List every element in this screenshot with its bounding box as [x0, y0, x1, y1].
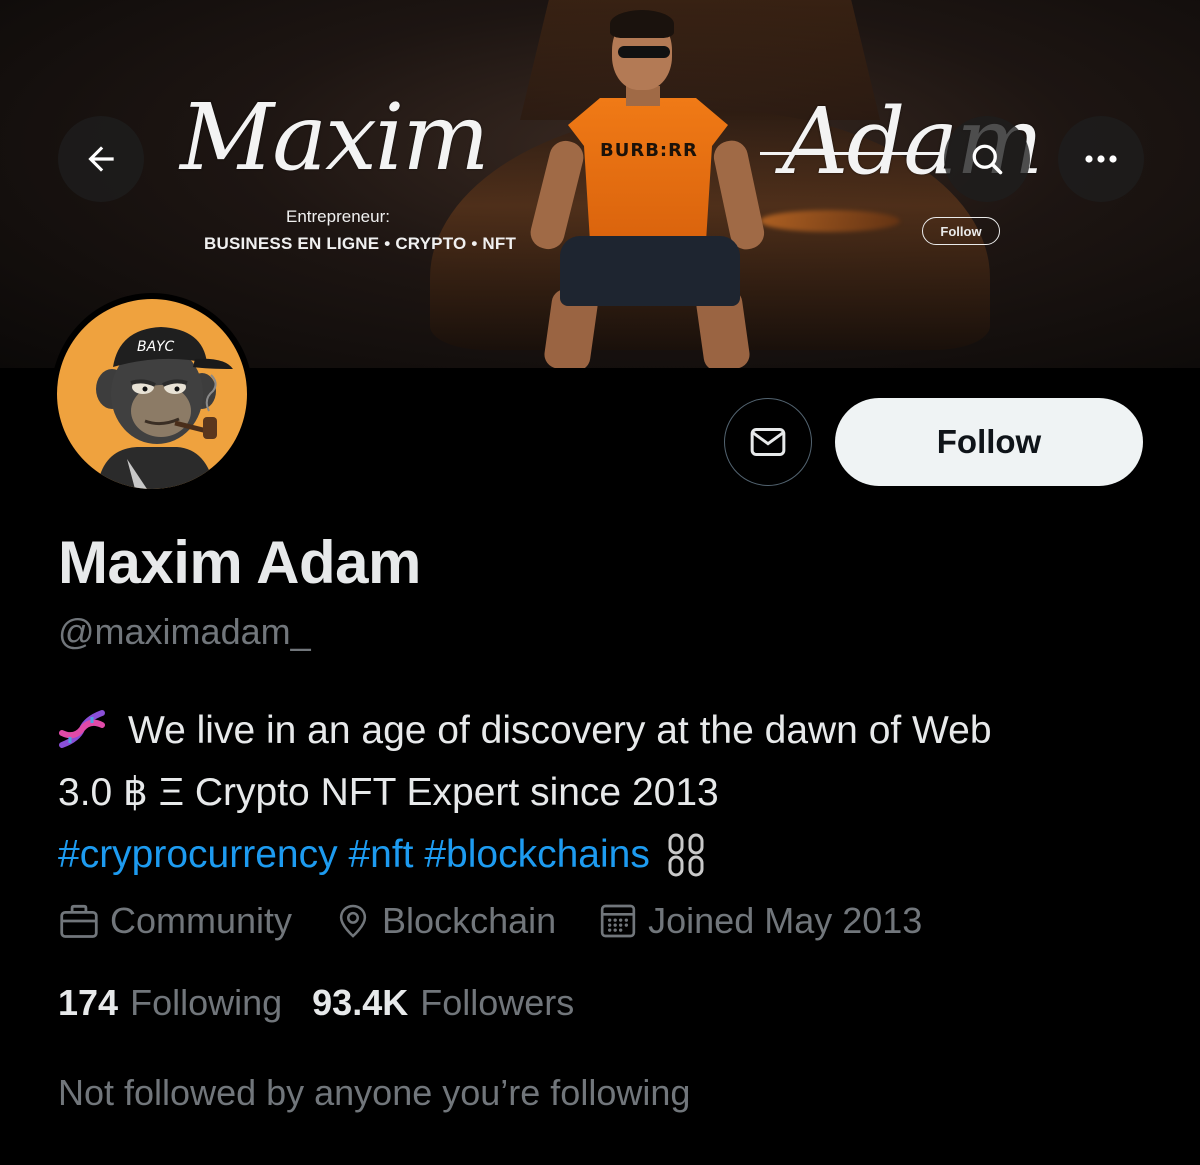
hashtag-link[interactable]: #nft [348, 833, 413, 876]
banner-follow-badge: Follow [922, 217, 1000, 245]
profile-bio: We live in an age of discovery at the da… [58, 700, 1148, 886]
search-icon [972, 144, 1003, 175]
followers-count: 93.4K [312, 982, 409, 1023]
meta-category: Community [58, 900, 292, 942]
location-pin-icon [339, 904, 367, 938]
message-button[interactable] [724, 398, 812, 486]
back-button[interactable] [58, 116, 144, 202]
more-horizontal-icon [1085, 155, 1117, 163]
bio-line-2: 3.0 ฿ Ξ Crypto NFT Expert since 2013 [58, 771, 719, 814]
banner-subtitle: Entrepreneur: [286, 207, 390, 226]
banner-script-flourish [760, 152, 940, 155]
banner-person-hair [610, 10, 674, 38]
banner-person-shorts [560, 236, 740, 306]
dna-emoji-icon [59, 710, 105, 748]
arrow-left-icon [88, 146, 114, 172]
banner-car-light [760, 210, 900, 232]
more-button[interactable] [1058, 116, 1144, 202]
meta-joined: Joined May 2013 [598, 900, 922, 942]
svg-text:BAYC: BAYC [137, 339, 174, 355]
banner-shirt-text: BURB:RR [600, 140, 698, 161]
chain-emoji-icon [668, 833, 704, 877]
hashtag-link[interactable]: #cryprocurrency [58, 833, 338, 876]
bored-ape-avatar-icon: BAYC [96, 327, 233, 489]
follow-button[interactable]: Follow [835, 398, 1143, 486]
following-label: Following [130, 982, 283, 1023]
profile-avatar[interactable]: BAYC [51, 293, 253, 495]
following-link[interactable]: 174 Following [58, 982, 282, 1024]
envelope-icon [750, 428, 786, 456]
avatar-image: BAYC [57, 299, 247, 489]
display-name: Maxim Adam [58, 529, 421, 596]
user-handle: @maximadam_ [58, 611, 311, 652]
follow-stats: 174 Following 93.4K Followers [58, 982, 604, 1024]
hashtag-link[interactable]: #blockchains [424, 833, 649, 876]
banner-person-sunglasses [618, 46, 670, 58]
banner-person-shirt [568, 98, 728, 248]
following-count: 174 [58, 982, 119, 1023]
meta-joined-label: Joined May 2013 [648, 900, 923, 941]
meta-location: Blockchain [334, 900, 556, 942]
meta-category-label: Community [110, 900, 293, 941]
calendar-icon [600, 904, 636, 938]
banner-tagline: BUSINESS EN LIGNE • CRYPTO • NFT [204, 234, 517, 253]
followers-label: Followers [420, 982, 575, 1023]
meta-location-label: Blockchain [382, 900, 557, 941]
search-button[interactable] [944, 116, 1030, 202]
banner-script-first-name: Maxim [180, 84, 490, 191]
followers-link[interactable]: 93.4K Followers [312, 982, 574, 1024]
bio-line-1: We live in an age of discovery at the da… [128, 709, 992, 752]
profile-meta: Community Blockchain Joined May 2013 [58, 898, 964, 944]
briefcase-icon [60, 904, 98, 938]
mutual-followers-text: Not followed by anyone you’re following [58, 1072, 691, 1113]
